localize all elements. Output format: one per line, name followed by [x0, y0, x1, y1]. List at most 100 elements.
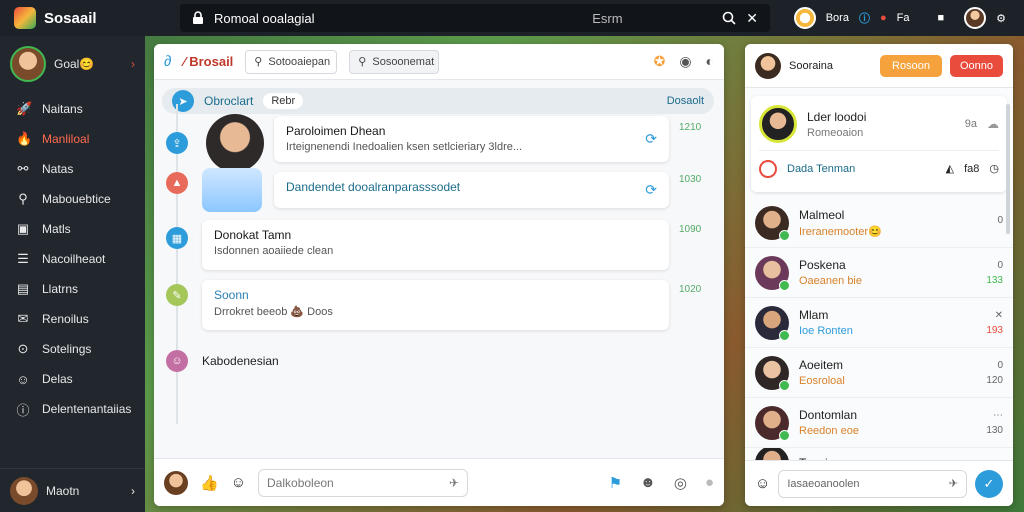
camera-icon[interactable]: ■ [937, 12, 944, 24]
emoji-icon[interactable]: ☺ [231, 474, 246, 491]
sidebar-user[interactable]: Goal😊 › [0, 36, 145, 94]
channel-bar[interactable]: ➤ Obroclart Rebr Dosaolt [162, 88, 714, 114]
inbox-icon: ✉ [17, 311, 29, 326]
sidebar-item-sotelings[interactable]: ⊙ Sotelings [0, 334, 145, 364]
list-item[interactable]: Dontomlan Reedon eoe ⋯ 130 [745, 398, 1013, 448]
search-icon[interactable] [722, 11, 736, 25]
list-item[interactable]: Poskena Oaeanen bie 0 133 [745, 248, 1013, 298]
chevron-right-icon[interactable]: › [131, 57, 135, 71]
filter-field[interactable]: ⚲ Sotooaiepan [245, 49, 338, 74]
sidebar: Goal😊 › 🚀 Naitans 🔥 Manliloal ⚯ Natas ⚲ Mabo… [0, 36, 145, 512]
search-icon: ⚲ [358, 56, 367, 68]
avatar[interactable] [793, 7, 816, 29]
contact-name: Poskena [799, 258, 846, 272]
search-input[interactable]: ⚲ Sosoonemat [349, 49, 440, 74]
sidebar-item-label: Matls [42, 222, 71, 236]
sidebar-item-delas[interactable]: ☺ Delas [0, 364, 145, 394]
location-icon[interactable]: ◉ [679, 53, 691, 70]
search-icon: ⚲ [18, 191, 28, 206]
close-icon[interactable]: ✕ [969, 310, 1003, 321]
info-icon: ⓘ [16, 402, 30, 418]
chat-composer: ☺ Iasaeoanoolen ✈ ✓ [745, 460, 1013, 506]
send-button[interactable]: ✓ [975, 469, 1003, 498]
like-icon[interactable]: 👍 [200, 474, 219, 492]
robot-illustration [202, 168, 262, 212]
user-icon: ⚲ [254, 56, 263, 68]
leaf-icon[interactable]: ✎ [166, 284, 188, 306]
composer: 👍 ☺ Dalkoboleon ✈ ⚑ ☻ ◎ ● [154, 458, 724, 506]
rocket-icon: 🚀 [16, 101, 33, 116]
sidebar-item-delentenantaiias[interactable]: ⓘ Delentenantaiias [0, 394, 145, 424]
sidebar-item-natas[interactable]: ⚯ Natas [0, 154, 145, 184]
badge-icon[interactable]: ✪ [654, 53, 666, 70]
sidebar-item-renoilus[interactable]: ✉ Renoilus [0, 304, 145, 334]
link-icon[interactable]: ∂ [164, 53, 171, 70]
list-item[interactable]: Aoeitem Eosroloal 0 120 [745, 348, 1013, 398]
gif-icon[interactable]: ◎ [674, 474, 687, 492]
feed-item-title: Dandendet dooalranparasssodet [286, 180, 461, 194]
feed-header: ∂ ⁄ Brosail ⚲ Sotooaiepan ⚲ Sosoonemat ✪ ◉… [154, 44, 724, 80]
fire-icon[interactable]: ▲ [166, 172, 188, 194]
profile-avatar[interactable] [964, 7, 987, 29]
contact-status: Ireranemooter😊 [799, 225, 882, 238]
action-button[interactable]: Oonno [949, 54, 1003, 77]
feed-footer-label: Kabodenesian [202, 354, 279, 368]
brand[interactable]: Sosaail [0, 7, 170, 29]
sidebar-item-label: Delentenantaiias [42, 402, 132, 416]
sync-icon[interactable]: ⟳ [645, 131, 657, 148]
avatar[interactable] [755, 52, 781, 79]
share-icon[interactable]: ⇪ [166, 132, 188, 154]
clock-icon[interactable]: ◷ [989, 162, 999, 175]
avatar [755, 305, 790, 341]
avatar [755, 355, 790, 391]
channel-action[interactable]: Dosaolt [667, 95, 704, 107]
notification-icon[interactable]: ● [880, 12, 887, 24]
emoji-icon[interactable]: ☺ [755, 475, 770, 492]
close-icon[interactable]: ✕ [746, 10, 758, 27]
attach-icon[interactable]: ✈ [949, 477, 958, 490]
feed-item[interactable]: Dandendet dooalranparasssodet ⟳ [274, 172, 669, 208]
sidebar-account[interactable]: Maotn › [0, 468, 145, 512]
location-icon[interactable]: ● [705, 474, 714, 492]
avatar[interactable]: ☺ [166, 350, 188, 372]
follow-button[interactable]: Rosoon [880, 54, 942, 77]
sticker-icon[interactable]: ☻ [640, 474, 656, 492]
featured-name: Lder loodoi [807, 109, 867, 124]
sidebar-item-llatrns[interactable]: ▤ Llatrns [0, 274, 145, 304]
sidebar-item-nacoilheaot[interactable]: ☰ Nacoilheaot [0, 244, 145, 274]
sidebar-item-label: Natas [42, 162, 74, 176]
cloud-icon[interactable]: ☁ [987, 117, 999, 131]
attach-icon[interactable]: ✈ [449, 476, 459, 490]
top-search[interactable]: Romoal ooalagial Esrm ✕ [180, 4, 770, 32]
chevron-right-icon[interactable]: › [131, 484, 135, 498]
list-item[interactable]: Malmeol Ireranemooter😊 0 [745, 198, 1013, 248]
compass-icon[interactable]: ◐ [706, 53, 714, 70]
list-icon: ☰ [17, 251, 29, 266]
featured-contact[interactable]: Lder loodoi Romeoaion 9a ☁ Dada Tenman ◭… [751, 96, 1007, 192]
briefcase-icon: ▣ [16, 221, 30, 236]
info-icon[interactable]: ⓘ [859, 10, 870, 26]
message-input[interactable]: Dalkoboleon ✈ [258, 468, 469, 497]
chat-input[interactable]: Iasaeoanoolen ✈ [778, 469, 967, 498]
sidebar-item-mabouebtice[interactable]: ⚲ Mabouebtice [0, 184, 145, 214]
contact-name: Mlam [799, 308, 829, 322]
feed-item[interactable]: Paroloimen Dhean Irteignenendi Inedoalie… [274, 116, 669, 162]
search-input-value: Sosoonemat [372, 55, 435, 68]
sidebar-item-matls[interactable]: ▣ Matls [0, 214, 145, 244]
contact-status: Oaeanen bie [799, 275, 862, 287]
sidebar-item-naitans[interactable]: 🚀 Naitans [0, 94, 145, 124]
chart-icon[interactable]: ▦ [166, 227, 188, 249]
compass-icon[interactable]: ◭ [946, 162, 954, 175]
feed-item[interactable]: Soonn Drrokret beeob 💩 Doos [202, 280, 669, 330]
scrollbar[interactable] [1006, 104, 1010, 234]
sync-icon[interactable]: ⟳ [645, 182, 657, 199]
sidebar-item-label: Llatrns [42, 282, 79, 296]
channel-pill[interactable]: Rebr [263, 93, 304, 109]
feed-item[interactable]: Donokat Tamn Isdonnen aoaiiede clean [202, 220, 669, 270]
more-icon[interactable]: ⋯ [969, 410, 1003, 421]
sidebar-item-manliloal[interactable]: 🔥 Manliloal [0, 124, 145, 154]
settings-icon[interactable]: ⚙ [996, 12, 1006, 25]
sidebar-item-label: Nacoilheaot [42, 252, 106, 266]
bookmark-icon[interactable]: ⚑ [609, 474, 622, 492]
list-item[interactable]: Mlam Ioe Ronten ✕ 193 [745, 298, 1013, 348]
